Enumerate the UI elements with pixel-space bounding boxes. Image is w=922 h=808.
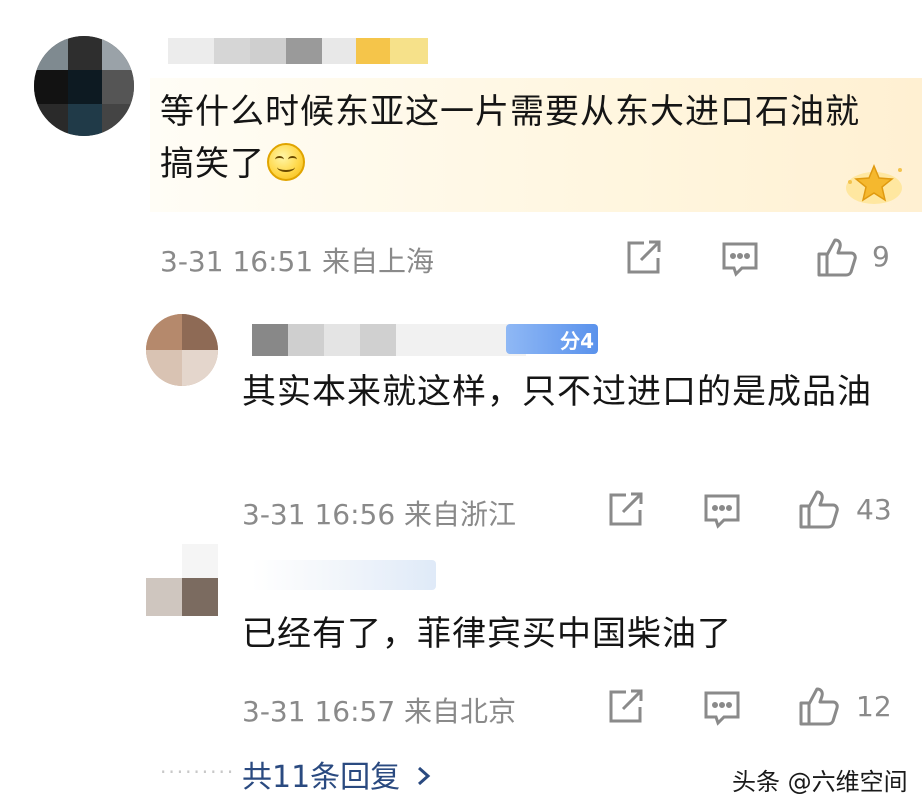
comment-icon[interactable]	[702, 689, 742, 727]
watermark: 头条 @六维空间	[732, 768, 908, 796]
like-icon[interactable]	[798, 685, 840, 727]
share-icon[interactable]	[606, 491, 644, 529]
fan-badge: 分4	[506, 324, 598, 354]
share-icon[interactable]	[624, 239, 662, 277]
comment-icon[interactable]	[720, 240, 760, 278]
comment-text: 已经有了，菲律宾买中国柴油了	[242, 614, 732, 654]
avatar[interactable]	[146, 544, 218, 616]
vip-badge-icon	[842, 158, 906, 208]
chevron-right-icon	[416, 760, 432, 795]
comment-text: 等什么时候东亚这一片需要从东大进口石油就搞笑了	[160, 92, 860, 184]
comment-icon[interactable]	[702, 492, 742, 530]
like-count: 12	[856, 690, 892, 723]
username-blurred[interactable]	[252, 324, 526, 356]
emoji-icon	[267, 143, 305, 181]
comment-meta: 3-31 16:51 来自上海	[160, 245, 435, 278]
username-blurred[interactable]	[168, 38, 428, 64]
like-count: 43	[856, 493, 892, 526]
like-count: 9	[872, 240, 890, 273]
comment-meta: 3-31 16:57 来自北京	[242, 695, 517, 728]
like-icon[interactable]	[798, 488, 840, 530]
more-replies-label: 共11条回复	[242, 760, 401, 795]
more-replies-link[interactable]: 共11条回复	[242, 752, 432, 796]
avatar[interactable]	[34, 36, 134, 136]
divider-dots: ·········	[160, 760, 236, 784]
comment-text: 其实本来就这样，只不过进口的是成品油	[242, 372, 872, 412]
comment-meta: 3-31 16:56 来自浙江	[242, 498, 517, 531]
like-icon[interactable]	[816, 236, 858, 278]
username-blurred[interactable]	[252, 560, 436, 590]
share-icon[interactable]	[606, 688, 644, 726]
avatar[interactable]	[146, 314, 218, 386]
